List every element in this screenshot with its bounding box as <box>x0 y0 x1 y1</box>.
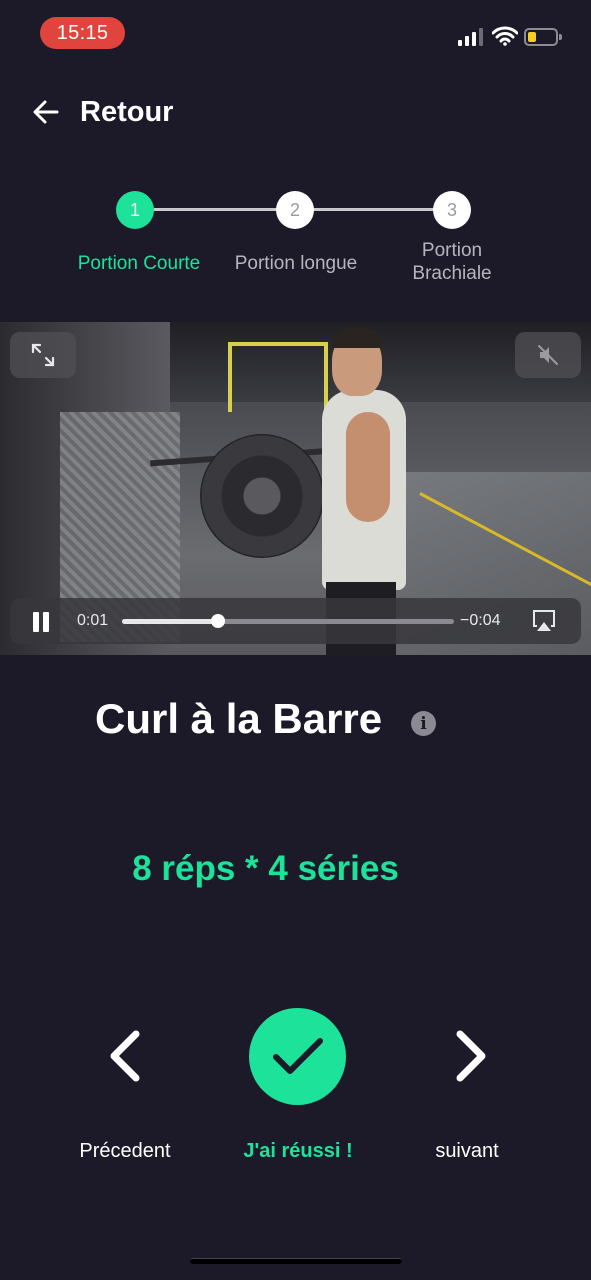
exercise-title: Curl à la Barre <box>95 695 383 742</box>
chevron-left-icon[interactable] <box>106 1030 146 1082</box>
video-remaining-time: −0:04 <box>460 612 501 629</box>
cellular-signal-icon <box>458 28 483 46</box>
back-button[interactable]: Retour <box>32 92 173 132</box>
video-scrubber[interactable] <box>122 614 454 628</box>
mute-icon <box>538 345 558 365</box>
back-label: Retour <box>80 95 174 128</box>
step-3-circle[interactable]: 3 <box>433 191 471 229</box>
step-indicator: 1 2 3 Portion Courte Portion longue Port… <box>0 190 591 300</box>
exercise-video-player[interactable]: 0:01 −0:04 <box>0 322 591 655</box>
step-2-circle[interactable]: 2 <box>276 191 314 229</box>
step-2-label[interactable]: Portion longue <box>218 252 374 275</box>
home-indicator <box>190 1258 402 1264</box>
step-connector <box>154 208 282 211</box>
fullscreen-button[interactable] <box>10 332 76 378</box>
scrubber-thumb[interactable] <box>211 614 226 628</box>
checkmark-icon <box>272 1037 323 1074</box>
step-3-label[interactable]: Portion Brachiale <box>392 239 512 285</box>
status-bar: 15:15 <box>0 0 591 70</box>
step-1-label[interactable]: Portion Courte <box>59 252 219 275</box>
step-connector <box>312 208 438 211</box>
chevron-right-icon[interactable] <box>450 1030 490 1082</box>
fullscreen-icon <box>31 343 55 367</box>
wifi-icon <box>492 26 518 46</box>
step-1-circle[interactable]: 1 <box>116 191 154 229</box>
info-icon[interactable]: i <box>411 711 436 736</box>
next-button-label[interactable]: suivant <box>416 1140 518 1163</box>
scrubber-progress <box>122 619 219 624</box>
reps-sets-label: 8 réps * 4 séries <box>132 849 399 888</box>
success-button[interactable] <box>249 1008 346 1105</box>
battery-low-icon <box>524 28 562 46</box>
success-button-label[interactable]: J'ai réussi ! <box>222 1140 374 1163</box>
video-elapsed-time: 0:01 <box>77 612 109 629</box>
pause-icon[interactable] <box>32 612 50 632</box>
status-time: 15:15 <box>40 17 125 49</box>
airplay-icon[interactable] <box>531 608 557 634</box>
mute-button[interactable] <box>515 332 581 378</box>
video-controls: 0:01 −0:04 <box>10 598 581 644</box>
barbell-plate <box>200 434 324 558</box>
previous-button-label[interactable]: Précedent <box>64 1140 186 1163</box>
arrow-left-icon <box>33 100 59 124</box>
